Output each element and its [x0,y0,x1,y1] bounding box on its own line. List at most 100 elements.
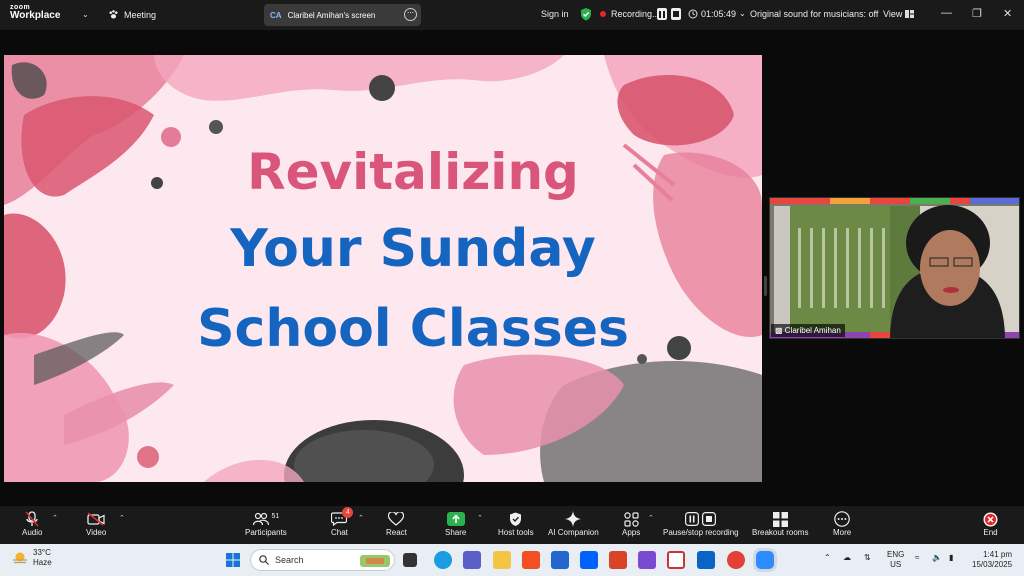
outlook-icon[interactable] [697,551,715,569]
pause-icon [659,10,665,18]
slide-title-line-2: Your Sunday [230,219,596,279]
weather-widget[interactable]: 33°C Haze [12,548,52,567]
screen-share-pill[interactable]: CA Claribel Amihan's screen ⋯ [264,4,421,26]
shared-slide: Revitalizing Your Sunday School Classes [4,55,762,482]
apps-label: Apps [622,528,641,537]
meeting-label: Meeting [124,9,157,20]
stop-recording-button[interactable] [671,8,681,20]
video-button[interactable]: Video [86,510,106,537]
paw-icon [109,10,118,19]
more-button[interactable]: More [833,510,851,537]
share-screen-icon [446,512,465,526]
search-placeholder: Search [275,555,304,565]
weather-condition: Haze [33,557,52,567]
original-sound-toggle[interactable]: Original sound for musicians: off [750,9,878,19]
sharer-initials: CA [270,10,282,20]
react-button[interactable]: React [386,510,407,537]
video-options-caret-icon[interactable]: ⌃ [119,514,125,522]
breakout-rooms-button[interactable]: Breakout rooms [752,510,808,537]
apps-button[interactable]: Apps [622,510,640,537]
more-label: More [833,528,852,537]
chrome-icon[interactable] [727,551,745,569]
search-icon [259,555,269,565]
wifi-icon[interactable]: ≈ [915,553,919,563]
language-code: ENG [887,550,905,559]
battery-icon[interactable]: ▮ [949,553,953,563]
dropbox-icon[interactable] [580,551,598,569]
volume-icon[interactable]: 🔈 [932,553,942,563]
weather-temp: 33°C [33,548,51,557]
recording-label: Recording... [611,9,660,19]
edge-browser-icon[interactable] [434,551,452,569]
host-tools-button[interactable]: Host tools [498,510,534,537]
teams-icon[interactable] [463,551,481,569]
file-explorer-icon[interactable] [493,551,511,569]
video-label: Video [86,528,107,537]
pause-recording-button[interactable] [657,8,667,20]
network-activity-icon[interactable]: ⇅ [864,553,871,563]
language-indicator[interactable]: ENG US [887,550,904,570]
sparkle-icon [565,511,582,527]
audio-options-caret-icon[interactable]: ⌃ [52,514,58,522]
taskbar-search-box[interactable]: Search [250,549,395,571]
participants-button[interactable]: 51 Participants [245,510,287,538]
task-view-icon[interactable] [403,553,417,567]
share-options-caret-icon[interactable]: ⌃ [477,514,483,522]
clock-time: 1:41 pm [983,550,1012,559]
title-bar: zoom Workplace ⌄ Meeting CA Claribel Ami… [0,0,1024,30]
more-icon [834,511,850,527]
cloud-icon[interactable]: ☁ [843,553,851,563]
meeting-info-button[interactable]: Meeting [108,9,156,20]
stop-icon [673,11,679,17]
zoom-app-icon[interactable] [756,551,774,569]
chat-button[interactable]: 4 Chat [331,507,354,537]
view-grid-icon[interactable] [905,10,914,18]
end-button[interactable]: End [983,510,998,537]
shield-check-icon [581,8,591,21]
apps-icon [623,511,639,527]
participant-video-tile[interactable]: ▩ Claribel Amihan [769,197,1020,339]
participants-label: Participants [245,528,287,537]
slide-title-line-1: Revitalizing [247,143,579,201]
ai-companion-label: AI Companion [548,528,599,537]
chevron-up-icon[interactable]: ⌃ [824,553,831,563]
clock-date: 15/03/2025 [972,560,1013,569]
recording-dot-icon [600,11,606,17]
clock-icon [688,9,698,19]
chevron-down-icon[interactable]: ⌄ [739,9,746,18]
haze-sun-icon [13,552,27,563]
view-button-label[interactable]: View [883,9,902,19]
clock[interactable]: 1:41 pm 15/03/2025 [972,550,1012,570]
windows-taskbar: 33°C Haze Search ⌃ ☁ ⇅ ENG US ≈ 🔈 ▮ 1:41… [0,544,1024,576]
zoom-logo: zoom Workplace [10,4,60,21]
app-icon[interactable] [609,551,627,569]
meeting-controls-bar: Audio ⌃ Video ⌃ 51 Participants 4 Chat ⌃… [0,506,1024,544]
close-icon[interactable]: ✕ [1003,7,1012,20]
pause-stop-recording-label: Pause/stop recording [663,528,739,537]
minimize-icon[interactable]: — [941,7,952,19]
microsoft-store-icon[interactable] [522,551,540,569]
more-options-icon[interactable]: ⋯ [404,8,417,21]
snipping-tool-icon[interactable] [667,551,685,569]
host-tools-label: Host tools [498,528,534,537]
apps-options-caret-icon[interactable]: ⌃ [648,514,654,522]
chat-label: Chat [331,528,348,537]
ai-companion-button[interactable]: AI Companion [548,510,599,537]
breakout-rooms-label: Breakout rooms [752,528,809,537]
restore-icon[interactable]: ❐ [972,7,982,20]
participant-name-label: ▩ Claribel Amihan [771,324,845,337]
windows-start-icon[interactable] [226,553,240,567]
sign-in-link[interactable]: Sign in [541,9,569,19]
splitter-handle[interactable] [764,276,767,296]
heart-icon [388,512,405,526]
chat-options-caret-icon[interactable]: ⌃ [358,514,364,522]
chat-unread-badge: 4 [342,507,354,518]
app-icon[interactable] [638,551,656,569]
react-label: React [386,528,407,537]
app-icon[interactable] [551,551,569,569]
chevron-down-icon[interactable]: ⌄ [82,10,89,19]
audio-button[interactable]: Audio [22,510,42,537]
slide-title-line-3: School Classes [197,299,629,359]
share-button[interactable]: Share [445,510,466,537]
pause-stop-recording-button[interactable]: Pause/stop recording [663,510,739,537]
